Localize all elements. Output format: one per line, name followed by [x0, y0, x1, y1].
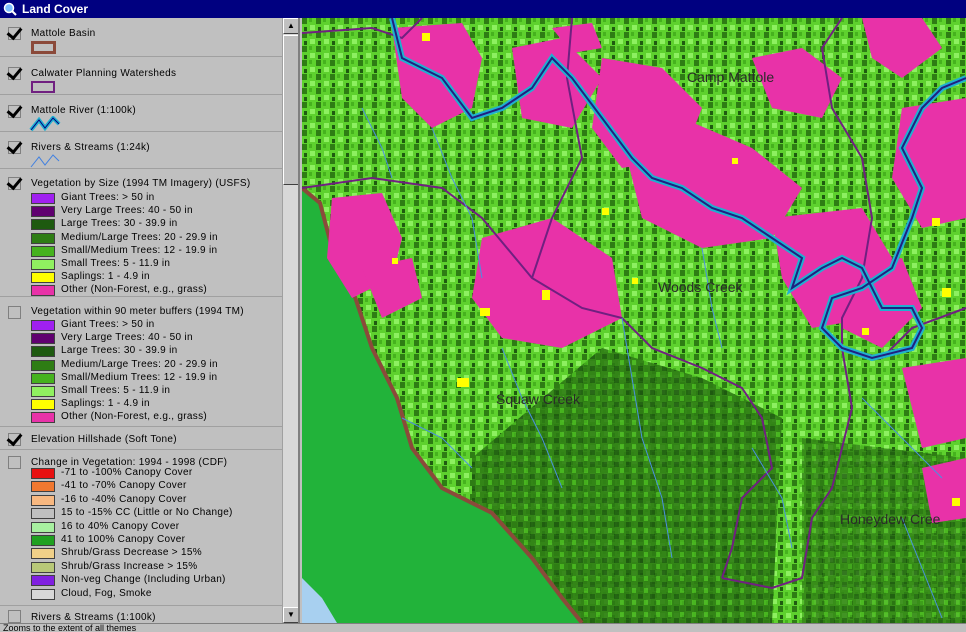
legend-swatch: [31, 548, 55, 560]
legend-class-label: Other (Non-Forest, e.g., grass): [61, 411, 208, 423]
legend-class-label: Shrub/Grass Decrease > 15%: [61, 547, 202, 559]
legend-swatch: [31, 494, 55, 506]
map-label-honeydew-creek: Honeydew Cree: [840, 511, 941, 527]
legend-class-label: -71 to -100% Canopy Cover: [61, 467, 193, 478]
legend-class-label: Other (Non-Forest, e.g., grass): [61, 284, 208, 296]
map-canvas[interactable]: Camp Mattole Woods Creek Squaw Creek Hon…: [302, 18, 966, 623]
arrow-up-icon[interactable]: ▲: [283, 18, 298, 34]
theme-checkbox[interactable]: [8, 67, 21, 80]
theme-name: Mattole River (1:100k): [31, 105, 136, 116]
legend-class-label: Giant Trees: > 50 in: [61, 192, 155, 203]
map-label-squaw-creek: Squaw Creek: [496, 391, 581, 407]
globe-search-icon: [3, 2, 17, 16]
theme-name: Elevation Hillshade (Soft Tone): [31, 434, 177, 445]
map-view[interactable]: Camp Mattole Woods Creek Squaw Creek Hon…: [302, 18, 966, 623]
legend-class-label: Large Trees: 30 - 39.9 in: [61, 345, 178, 357]
theme-rivers-streams-100k[interactable]: Rivers & Streams (1:100k): [0, 606, 282, 623]
legend-class-label: Medium/Large Trees: 20 - 29.9 in: [61, 358, 218, 370]
theme-name: Rivers & Streams (1:100k): [31, 612, 156, 623]
theme-checkbox[interactable]: [8, 105, 21, 118]
legend-class-label: 41 to 100% Canopy Cover: [61, 534, 186, 545]
legend-swatch: [31, 535, 55, 546]
table-of-contents: Mattole Basin Calwater Planning Watershe…: [0, 18, 300, 623]
theme-mattole-basin[interactable]: Mattole Basin: [0, 18, 282, 57]
legend-class-label: Non-veg Change (Including Urban): [61, 574, 226, 586]
theme-checkbox[interactable]: [8, 177, 21, 190]
theme-name: Rivers & Streams (1:24k): [31, 142, 150, 153]
legend-class-label: Cloud, Fog, Smoke: [61, 587, 152, 599]
theme-vegetation-buffers[interactable]: Vegetation within 90 meter buffers (1994…: [0, 297, 282, 427]
theme-checkbox[interactable]: [8, 141, 21, 154]
legend-swatch: [31, 346, 55, 358]
legend-swatch: [31, 285, 55, 297]
legend-class-label: Small/Medium Trees: 12 - 19.9 in: [61, 371, 218, 383]
legend-swatch: [31, 412, 55, 424]
legend-class-label: Very Large Trees: 40 - 50 in: [61, 205, 193, 217]
legend-swatch: [31, 359, 55, 371]
legend-swatch: [31, 575, 55, 587]
legend-swatch: [31, 219, 55, 231]
title-bar: Land Cover: [0, 0, 966, 18]
legend-class-label: 16 to 40% Canopy Cover: [61, 520, 180, 532]
status-bar: Zooms to the extent of all themes: [0, 623, 966, 632]
legend-swatch: [31, 372, 55, 384]
theme-name: Vegetation within 90 meter buffers (1994…: [31, 306, 244, 317]
legend-swatch: [31, 272, 55, 284]
legend-swatch: [31, 232, 55, 244]
theme-rivers-streams-24k[interactable]: Rivers & Streams (1:24k): [0, 132, 282, 169]
theme-checkbox[interactable]: [8, 610, 21, 623]
legend-swatch: [31, 206, 55, 218]
theme-calwater-watersheds[interactable]: Calwater Planning Watersheds: [0, 57, 282, 95]
legend-swatch: [31, 521, 55, 533]
legend-class-label: Very Large Trees: 40 - 50 in: [61, 332, 193, 344]
legend-swatch: [31, 386, 55, 397]
theme-change-in-vegetation[interactable]: Change in Vegetation: 1994 - 1998 (CDF) …: [0, 450, 282, 606]
legend-swatch: [31, 588, 55, 600]
polygon-symbol: [31, 81, 55, 93]
scroll-thumb[interactable]: [283, 35, 298, 185]
legend-swatch: [31, 508, 55, 520]
legend-class-label: Medium/Large Trees: 20 - 29.9 in: [61, 231, 218, 243]
status-text: Zooms to the extent of all themes: [3, 623, 137, 632]
legend-class-label: Saplings: 1 - 4.9 in: [61, 271, 150, 283]
legend-swatch: [31, 468, 55, 479]
theme-mattole-river[interactable]: Mattole River (1:100k): [0, 95, 282, 132]
legend-swatch: [31, 333, 55, 345]
arrow-down-icon[interactable]: ▼: [283, 607, 298, 623]
line-symbol: [29, 116, 61, 132]
polygon-symbol: [31, 41, 56, 54]
legend-class-label: Giant Trees: > 50 in: [61, 319, 155, 330]
map-label-woods-creek: Woods Creek: [658, 279, 744, 295]
legend-swatch: [31, 245, 55, 257]
theme-vegetation-by-size[interactable]: Vegetation by Size (1994 TM Imagery) (US…: [0, 169, 282, 297]
theme-checkbox[interactable]: [8, 456, 21, 469]
legend-swatch: [31, 320, 55, 331]
legend-class-label: Small Trees: 5 - 11.9 in: [61, 385, 171, 396]
theme-name: Calwater Planning Watersheds: [31, 68, 177, 79]
legend-swatch: [31, 193, 55, 204]
legend-class-label: Shrub/Grass Increase > 15%: [61, 560, 198, 572]
theme-checkbox[interactable]: [8, 306, 21, 319]
legend-class-label: Small Trees: 5 - 11.9 in: [61, 258, 171, 269]
theme-name: Vegetation by Size (1994 TM Imagery) (US…: [31, 178, 251, 189]
legend-class-label: Large Trees: 30 - 39.9 in: [61, 218, 178, 230]
theme-elevation-hillshade[interactable]: Elevation Hillshade (Soft Tone): [0, 427, 282, 450]
map-label-camp-mattole: Camp Mattole: [687, 69, 774, 85]
theme-checkbox[interactable]: [8, 433, 21, 446]
theme-name: Mattole Basin: [31, 28, 96, 39]
legend-class-label: -16 to -40% Canopy Cover: [61, 493, 187, 505]
line-symbol: [30, 154, 60, 168]
legend-class-label: -41 to -70% Canopy Cover: [61, 480, 187, 492]
legend-swatch: [31, 481, 55, 493]
legend-class-label: 15 to -15% CC (Little or No Change): [61, 507, 233, 519]
legend-swatch: [31, 259, 55, 270]
legend-class-label: Saplings: 1 - 4.9 in: [61, 398, 150, 410]
legend-scrollbar[interactable]: ▲ ▼: [282, 18, 298, 623]
legend-swatch: [31, 399, 55, 411]
legend-class-label: Small/Medium Trees: 12 - 19.9 in: [61, 244, 218, 256]
legend-swatch: [31, 561, 55, 573]
window-title: Land Cover: [22, 2, 89, 16]
theme-checkbox[interactable]: [8, 27, 21, 40]
